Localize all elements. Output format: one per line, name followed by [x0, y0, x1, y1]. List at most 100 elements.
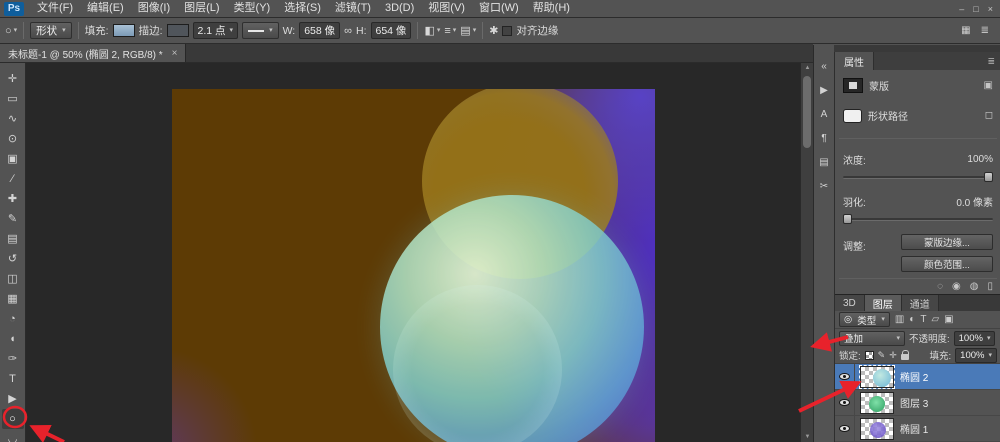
- density-value[interactable]: 100%: [967, 154, 993, 165]
- crop-tool[interactable]: ▣: [2, 149, 24, 169]
- lock-position-icon[interactable]: ✛: [889, 350, 897, 361]
- layer-row-ellipse-1[interactable]: 椭圆 1: [835, 416, 1000, 442]
- disable-mask-icon[interactable]: ◍: [970, 281, 979, 292]
- layer-thumbnail[interactable]: [860, 418, 894, 440]
- actions-panel-icon[interactable]: ▶: [816, 85, 832, 96]
- tool-mode-select[interactable]: 形状 ▾: [30, 22, 72, 39]
- dodge-tool[interactable]: ◖: [2, 329, 24, 349]
- feather-slider-knob[interactable]: [843, 214, 852, 224]
- delete-mask-icon[interactable]: ▯: [987, 281, 993, 292]
- layer-thumbnail[interactable]: [860, 392, 894, 414]
- menu-layer[interactable]: 图层(L): [177, 0, 226, 17]
- quick-selection-tool[interactable]: ⊙: [2, 129, 24, 149]
- gradient-tool[interactable]: ▦: [2, 289, 24, 309]
- mask-edge-button[interactable]: 蒙版边缘...: [901, 234, 993, 250]
- menu-help[interactable]: 帮助(H): [526, 0, 577, 17]
- lock-transparency-icon[interactable]: [865, 351, 874, 360]
- history-brush-tool[interactable]: ↺: [2, 249, 24, 269]
- link-dimensions-icon[interactable]: ∞: [344, 25, 352, 37]
- menu-file[interactable]: 文件(F): [30, 0, 80, 17]
- brush-tool[interactable]: ✎: [2, 209, 24, 229]
- maximize-button[interactable]: □: [973, 4, 978, 14]
- tab-properties[interactable]: 属性: [835, 52, 874, 70]
- density-slider-knob[interactable]: [984, 172, 993, 182]
- minimize-button[interactable]: –: [959, 4, 964, 14]
- filter-pixel-layers-icon[interactable]: ▥: [895, 314, 904, 325]
- character-panel-icon[interactable]: A: [816, 109, 832, 120]
- path-arrangement-icon[interactable]: ▤ ▾: [460, 24, 476, 37]
- fill-swatch[interactable]: [113, 24, 135, 37]
- rectangular-marquee-tool[interactable]: ▭: [2, 89, 24, 109]
- add-vector-mask-icon[interactable]: ◻: [985, 110, 993, 121]
- pen-tool[interactable]: ✑: [2, 349, 24, 369]
- align-edges-checkbox[interactable]: [502, 26, 512, 36]
- filter-type-layers-icon[interactable]: T: [920, 314, 926, 325]
- shape-height-field[interactable]: 654 像: [371, 22, 412, 39]
- layer-filter-select[interactable]: ◎ 类型 ▾: [839, 312, 890, 327]
- feather-value[interactable]: 0.0 像素: [956, 194, 993, 209]
- filter-shape-layers-icon[interactable]: ▱: [931, 314, 939, 325]
- color-range-button[interactable]: 颜色范围...: [901, 256, 993, 272]
- stroke-swatch[interactable]: [167, 24, 189, 37]
- close-button[interactable]: ×: [988, 4, 993, 14]
- vertical-scrollbar[interactable]: ▲ ▼: [800, 63, 813, 442]
- filter-smart-object-icon[interactable]: ▣: [944, 314, 953, 325]
- document-tab[interactable]: 未标题-1 @ 50% (椭圆 2, RGB/8) * ×: [0, 44, 186, 62]
- load-mask-selection-icon[interactable]: ◌: [937, 281, 943, 292]
- panel-menu-icon[interactable]: ≣: [981, 25, 989, 36]
- stroke-style-select[interactable]: ▾: [242, 22, 279, 39]
- layer-row-ellipse-2[interactable]: 椭圆 2: [835, 364, 1000, 390]
- menu-view[interactable]: 视图(V): [421, 0, 472, 17]
- mask-thumbnail-icon[interactable]: [843, 78, 863, 93]
- blur-tool[interactable]: ◔: [2, 309, 24, 329]
- path-selection-tool[interactable]: ▶: [2, 389, 24, 409]
- shape-path-icon[interactable]: [843, 109, 862, 123]
- add-pixel-mask-icon[interactable]: ▣: [984, 80, 993, 91]
- menu-image[interactable]: 图像(I): [131, 0, 177, 17]
- filter-adjustment-layers-icon[interactable]: ◐: [909, 314, 915, 325]
- panel-menu-icon[interactable]: ≣: [987, 56, 1000, 67]
- apply-mask-icon[interactable]: ◉: [952, 281, 961, 292]
- healing-brush-tool[interactable]: ✚: [2, 189, 24, 209]
- close-tab-icon[interactable]: ×: [172, 48, 178, 59]
- opacity-field[interactable]: 100% ▾: [954, 331, 996, 346]
- menu-edit[interactable]: 编辑(E): [80, 0, 131, 17]
- shape-width-field[interactable]: 658 像: [299, 22, 340, 39]
- info-panel-icon[interactable]: ▤: [816, 157, 832, 168]
- visibility-toggle[interactable]: [835, 364, 855, 389]
- ellipse-tool[interactable]: ○: [2, 409, 24, 429]
- collapse-panels-icon[interactable]: «: [816, 61, 832, 72]
- move-tool[interactable]: ✛: [2, 69, 24, 89]
- gear-icon[interactable]: ✱: [489, 24, 498, 37]
- canvas-area[interactable]: [26, 63, 800, 442]
- scrollbar-thumb[interactable]: [803, 76, 811, 148]
- lasso-tool[interactable]: ∿: [2, 109, 24, 129]
- workspace-icon[interactable]: ▦: [961, 25, 970, 36]
- clone-stamp-tool[interactable]: ▤: [2, 229, 24, 249]
- timeline-panel-icon[interactable]: ✂: [816, 181, 832, 192]
- tab-channels[interactable]: 通道: [902, 295, 939, 311]
- density-slider[interactable]: [843, 176, 993, 179]
- layer-row-layer-3[interactable]: 图层 3: [835, 390, 1000, 416]
- eraser-tool[interactable]: ◫: [2, 269, 24, 289]
- eyedropper-tool[interactable]: ∕: [2, 169, 24, 189]
- menu-3d[interactable]: 3D(D): [378, 0, 421, 17]
- menu-filter[interactable]: 滤镜(T): [328, 0, 378, 17]
- blend-mode-select[interactable]: 叠加 ▾: [839, 331, 905, 346]
- path-operations-icon[interactable]: ◧ ▾: [424, 24, 440, 37]
- tool-preset-ellipse-icon[interactable]: ○ ▾: [5, 25, 17, 37]
- tab-3d[interactable]: 3D: [835, 295, 865, 311]
- layer-thumbnail[interactable]: [860, 366, 894, 388]
- menu-select[interactable]: 选择(S): [277, 0, 328, 17]
- feather-slider[interactable]: [843, 218, 993, 221]
- menu-type[interactable]: 类型(Y): [227, 0, 278, 17]
- path-alignment-icon[interactable]: ≡ ▾: [444, 25, 456, 37]
- stroke-width-field[interactable]: 2.1 点 ▾: [193, 22, 239, 39]
- document-canvas[interactable]: [172, 89, 655, 442]
- tab-layers[interactable]: 图层: [865, 295, 902, 311]
- visibility-toggle[interactable]: [835, 416, 855, 441]
- type-tool[interactable]: T: [2, 369, 24, 389]
- menu-window[interactable]: 窗口(W): [472, 0, 526, 17]
- paragraph-panel-icon[interactable]: ¶: [816, 133, 832, 144]
- visibility-toggle[interactable]: [835, 390, 855, 415]
